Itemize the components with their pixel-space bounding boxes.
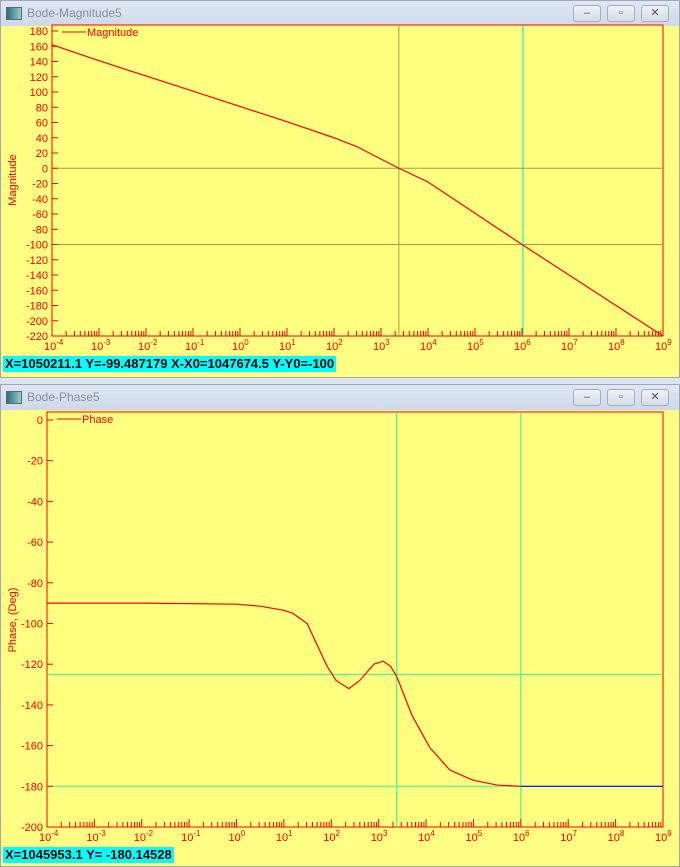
- y-tick-label: -60: [27, 537, 43, 549]
- y-tick-label: -140: [21, 700, 43, 712]
- legend-label: Phase: [82, 414, 113, 426]
- x-tick-label: 106: [513, 829, 530, 844]
- x-tick-label: 100: [229, 829, 246, 844]
- x-tick-label: 107: [560, 829, 577, 844]
- y-tick-label: -180: [21, 781, 43, 793]
- x-tick-label: 103: [371, 829, 388, 844]
- x-tick-label: 108: [608, 829, 625, 844]
- plot-area: [46, 411, 664, 828]
- y-tick-label: -100: [21, 619, 43, 631]
- x-tick-label: 101: [276, 829, 293, 844]
- x-tick-label: 102: [323, 829, 340, 844]
- x-tick-label: 10-3: [86, 829, 106, 844]
- x-tick-label: 10-1: [181, 829, 201, 844]
- y-axis-label: Phase, (Deg): [7, 588, 19, 653]
- y-tick-label: -120: [21, 659, 43, 671]
- x-tick-label: 104: [418, 829, 435, 844]
- x-tick-label: 105: [465, 829, 482, 844]
- y-tick-label: -40: [27, 496, 43, 508]
- x-tick-label: 109: [655, 829, 672, 844]
- x-tick-label: 10-4: [39, 829, 59, 844]
- y-tick-label: -20: [27, 456, 43, 468]
- x-tick-label: 10-2: [134, 829, 154, 844]
- phase-plot[interactable]: -200-180-160-140-120-100-80-60-40-20010-…: [0, 0, 680, 867]
- y-tick-label: -160: [21, 741, 43, 753]
- y-tick-label: -80: [27, 578, 43, 590]
- y-tick-label: 0: [37, 415, 43, 427]
